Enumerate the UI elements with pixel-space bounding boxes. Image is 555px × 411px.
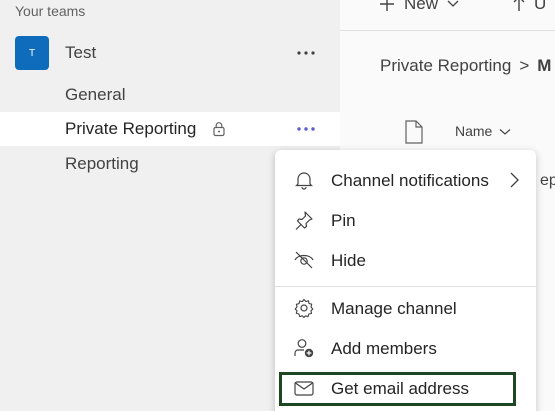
channel-label: Reporting: [65, 154, 139, 173]
gear-icon: [293, 298, 315, 319]
plus-icon: [380, 0, 394, 11]
channel-item-general[interactable]: General: [0, 78, 340, 112]
team-row-test[interactable]: T Test: [0, 35, 340, 71]
chevron-down-icon: [499, 129, 511, 135]
section-title: Your teams: [15, 3, 86, 19]
new-button[interactable]: New: [378, 0, 460, 14]
upload-label: U: [534, 0, 547, 13]
file-type-header-icon: [404, 120, 424, 144]
breadcrumb-current: M: [537, 56, 552, 75]
menu-item-label: Manage channel: [331, 299, 457, 318]
menu-divider: [275, 286, 536, 287]
menu-item-hide[interactable]: Hide: [275, 241, 536, 279]
channel-label: Private Reporting: [65, 119, 197, 138]
bell-icon: [293, 170, 315, 190]
lock-icon: [212, 121, 226, 137]
team-name: Test: [65, 43, 97, 62]
add-person-icon: [293, 338, 315, 358]
breadcrumb-parent[interactable]: Private Reporting: [380, 56, 511, 75]
chevron-down-icon: [447, 0, 459, 7]
breadcrumb-separator: >: [519, 56, 530, 75]
highlight-box: [279, 372, 516, 406]
name-column-header[interactable]: Name: [455, 123, 511, 139]
channel-label: General: [65, 85, 126, 104]
channel-more-options-icon[interactable]: [293, 116, 319, 142]
menu-item-add-members[interactable]: Add members: [275, 329, 536, 367]
eye-off-icon: [293, 250, 315, 270]
menu-item-channel-notifications[interactable]: Channel notifications: [275, 161, 536, 199]
menu-item-label: Pin: [331, 211, 356, 230]
upload-button[interactable]: U: [512, 0, 546, 14]
channel-context-menu: Channel notifications Pin Hide Manage ch…: [275, 150, 536, 411]
team-more-options-icon[interactable]: [293, 40, 319, 66]
menu-item-label: Add members: [331, 339, 437, 358]
chevron-right-icon: [508, 171, 520, 189]
new-label: New: [404, 0, 439, 13]
menu-item-pin[interactable]: Pin: [275, 201, 536, 239]
pin-icon: [293, 210, 315, 230]
channel-item-private-reporting[interactable]: Private Reporting: [0, 112, 340, 146]
breadcrumb: Private Reporting > M: [380, 56, 551, 76]
name-column-label: Name: [455, 123, 493, 139]
menu-item-label: Channel notifications: [331, 171, 489, 190]
files-toolbar: New U: [340, 0, 555, 31]
file-row-name[interactable]: epo: [540, 172, 555, 190]
upload-arrow-icon: [513, 0, 525, 11]
menu-item-label: Hide: [331, 251, 366, 270]
menu-item-manage-channel[interactable]: Manage channel: [275, 289, 536, 327]
team-avatar: T: [15, 36, 49, 70]
